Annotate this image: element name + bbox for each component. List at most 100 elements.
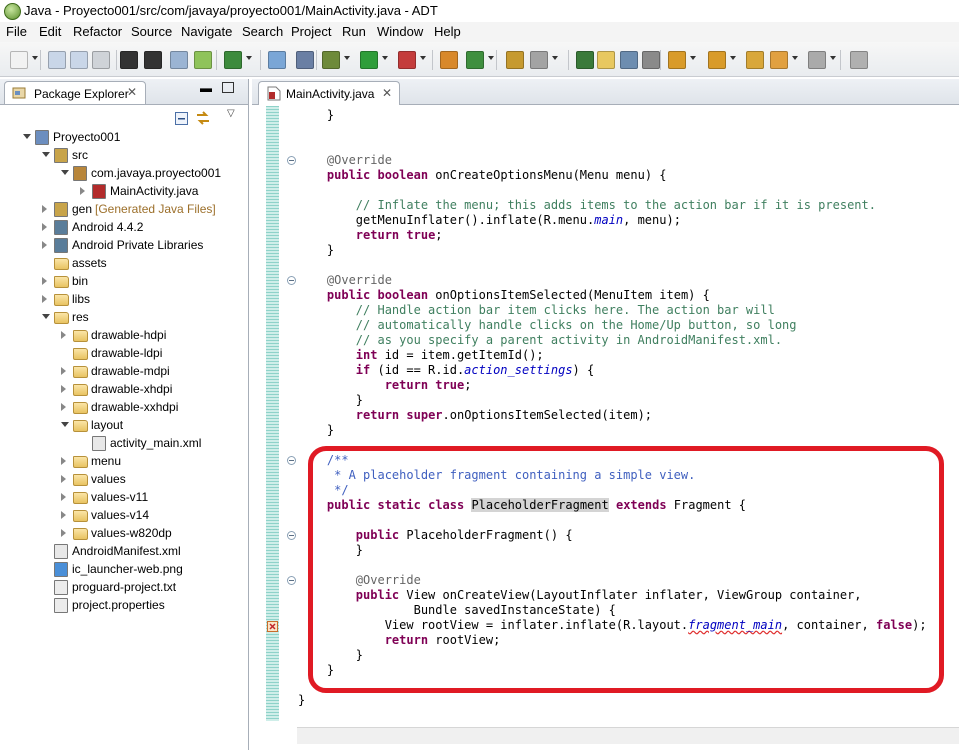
code-line[interactable]: return true; — [298, 378, 472, 393]
menu-source[interactable]: Source — [131, 24, 172, 39]
lint-icon[interactable] — [268, 51, 286, 69]
tree-item[interactable]: values-w820dp — [0, 525, 246, 543]
code-line[interactable]: public boolean onOptionsItemSelected(Men… — [298, 288, 710, 303]
tree-item[interactable]: proguard-project.txt — [0, 579, 246, 597]
code-line[interactable]: @Override — [298, 273, 392, 288]
code-line[interactable]: } — [298, 393, 363, 408]
view-menu-icon[interactable]: ▽ — [227, 108, 235, 119]
tree-item[interactable]: Android 4.4.2 — [0, 219, 246, 237]
close-tab-icon[interactable]: ✕ — [127, 85, 137, 99]
tree-item[interactable]: values-v14 — [0, 507, 246, 525]
fold-collapse-icon[interactable] — [287, 156, 296, 165]
code-line[interactable]: return true; — [298, 228, 443, 243]
collapsed-arrow-icon[interactable] — [80, 187, 85, 195]
code-line[interactable]: public boolean onCreateOptionsMenu(Menu … — [298, 168, 667, 183]
tree-item[interactable]: AndroidManifest.xml — [0, 543, 246, 561]
external-tools-icon[interactable] — [398, 51, 416, 69]
tree-item[interactable]: src — [0, 147, 246, 165]
tree-item[interactable]: drawable-xxhdpi — [0, 399, 246, 417]
fold-collapse-icon[interactable] — [287, 276, 296, 285]
tree-item[interactable]: menu — [0, 453, 246, 471]
code-line[interactable]: // as you specify a parent activity in A… — [298, 333, 782, 348]
tree-item[interactable]: drawable-xhdpi — [0, 381, 246, 399]
collapsed-arrow-icon[interactable] — [42, 241, 47, 249]
tree-item[interactable]: com.javaya.proyecto001 — [0, 165, 246, 183]
tree-item[interactable]: assets — [0, 255, 246, 273]
tree-item[interactable]: drawable-ldpi — [0, 345, 246, 363]
tree-item[interactable]: libs — [0, 291, 246, 309]
last-edit-icon[interactable] — [746, 51, 764, 69]
skip-breakpoints-icon[interactable] — [296, 51, 314, 69]
tree-item[interactable]: drawable-mdpi — [0, 363, 246, 381]
tree-item[interactable]: drawable-hdpi — [0, 327, 246, 345]
code-line[interactable]: // Handle action bar item clicks here. T… — [298, 303, 775, 318]
save-icon[interactable] — [48, 51, 66, 69]
expanded-arrow-icon[interactable] — [42, 314, 50, 319]
package-explorer-tab[interactable]: Package Explorer ✕ — [4, 81, 146, 104]
menu-file[interactable]: File — [6, 24, 27, 39]
editor-tab-mainactivity[interactable]: MainActivity.java ✕ — [258, 81, 400, 105]
expanded-arrow-icon[interactable] — [23, 134, 31, 139]
tree-item[interactable]: project.properties — [0, 597, 246, 615]
link-with-editor-icon[interactable] — [195, 111, 211, 125]
next-annotation-icon[interactable] — [576, 51, 594, 69]
collapsed-arrow-icon[interactable] — [61, 529, 66, 537]
minimize-view-icon[interactable]: ▬ — [200, 81, 212, 95]
code-line[interactable]: return super.onOptionsItemSelected(item)… — [298, 408, 652, 423]
back-icon[interactable] — [770, 51, 788, 69]
dropdown-arrow-icon[interactable] — [382, 56, 388, 60]
code-line[interactable]: } — [298, 108, 334, 123]
collapsed-arrow-icon[interactable] — [61, 457, 66, 465]
dropdown-arrow-icon[interactable] — [730, 56, 736, 60]
dropdown-arrow-icon[interactable] — [246, 56, 252, 60]
search-icon[interactable] — [530, 51, 548, 69]
collapsed-arrow-icon[interactable] — [61, 403, 66, 411]
dropdown-arrow-icon[interactable] — [488, 56, 494, 60]
next-edit-icon[interactable] — [668, 51, 686, 69]
task-icon[interactable] — [224, 51, 242, 69]
code-line[interactable]: // automatically handle clicks on the Ho… — [298, 318, 797, 333]
collapsed-arrow-icon[interactable] — [61, 331, 66, 339]
collapsed-arrow-icon[interactable] — [42, 295, 47, 303]
dropdown-arrow-icon[interactable] — [420, 56, 426, 60]
expanded-arrow-icon[interactable] — [42, 152, 50, 157]
dropdown-arrow-icon[interactable] — [792, 56, 798, 60]
tree-item[interactable]: bin — [0, 273, 246, 291]
expanded-arrow-icon[interactable] — [61, 170, 69, 175]
code-line[interactable]: // Inflate the menu; this adds items to … — [298, 198, 876, 213]
menu-refactor[interactable]: Refactor — [73, 24, 122, 39]
run-icon[interactable] — [360, 51, 378, 69]
dropdown-arrow-icon[interactable] — [690, 56, 696, 60]
tree-item[interactable]: values-v11 — [0, 489, 246, 507]
menu-search[interactable]: Search — [242, 24, 283, 39]
collapsed-arrow-icon[interactable] — [61, 475, 66, 483]
code-line[interactable]: int id = item.getItemId(); — [298, 348, 544, 363]
block-selection-icon[interactable] — [620, 51, 638, 69]
avd-manager-icon[interactable] — [194, 51, 212, 69]
highlight-icon[interactable] — [597, 51, 615, 69]
collapsed-arrow-icon[interactable] — [61, 511, 66, 519]
tree-item[interactable]: values — [0, 471, 246, 489]
android-sdk-icon[interactable] — [170, 51, 188, 69]
tree-item[interactable]: Proyecto001 — [0, 129, 246, 147]
new-package-icon[interactable] — [466, 51, 484, 69]
new-icon[interactable] — [10, 51, 28, 69]
code-line[interactable]: } — [298, 423, 334, 438]
menu-run[interactable]: Run — [342, 24, 366, 39]
tree-item[interactable]: layout — [0, 417, 246, 435]
collapsed-arrow-icon[interactable] — [61, 367, 66, 375]
code-line[interactable]: @Override — [298, 153, 392, 168]
code-line[interactable]: } — [298, 243, 334, 258]
fold-collapse-icon[interactable] — [287, 576, 296, 585]
dropdown-arrow-icon[interactable] — [552, 56, 558, 60]
collapsed-arrow-icon[interactable] — [42, 223, 47, 231]
tree-item[interactable]: Android Private Libraries — [0, 237, 246, 255]
print-icon[interactable] — [92, 51, 110, 69]
download-icon[interactable] — [144, 51, 162, 69]
code-line[interactable]: } — [298, 693, 305, 708]
expanded-arrow-icon[interactable] — [61, 422, 69, 427]
collapsed-arrow-icon[interactable] — [61, 493, 66, 501]
close-tab-icon[interactable]: ✕ — [382, 86, 392, 100]
save-all-icon[interactable] — [70, 51, 88, 69]
menu-window[interactable]: Window — [377, 24, 423, 39]
